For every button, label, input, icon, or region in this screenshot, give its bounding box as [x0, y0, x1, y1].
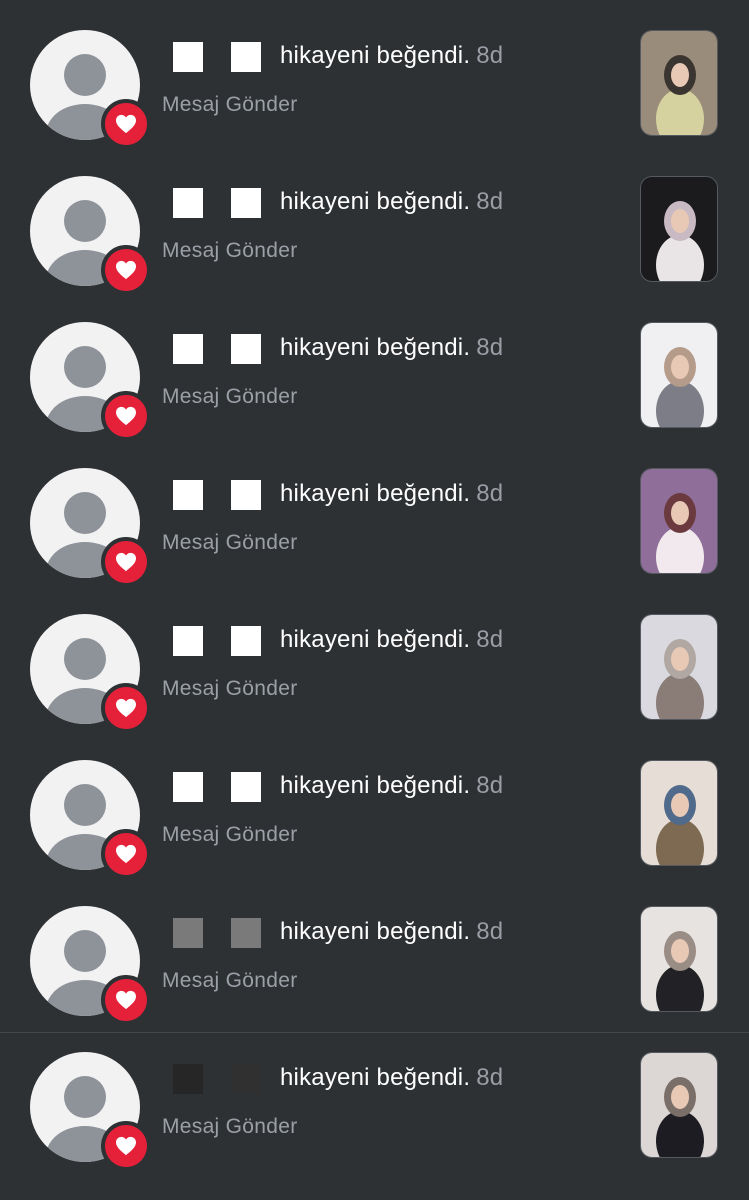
- timestamp: 8d: [476, 334, 504, 361]
- heart-icon: [101, 975, 151, 1025]
- redacted-username[interactable]: [143, 767, 281, 807]
- redaction-block: [173, 480, 203, 510]
- activity-text: hikayeni beğendi. 8d: [280, 42, 503, 70]
- redaction-block: [231, 772, 261, 802]
- redaction-block: [231, 334, 261, 364]
- activity-text: hikayeni beğendi. 8d: [280, 626, 503, 654]
- activity-label: hikayeni beğendi.: [280, 918, 471, 945]
- activity-text: hikayeni beğendi. 8d: [280, 188, 503, 216]
- notification-row[interactable]: hikayeni beğendi. 8d Mesaj Gönder: [0, 438, 749, 587]
- send-message-button[interactable]: Mesaj Gönder: [162, 677, 298, 701]
- redaction-block: [173, 918, 203, 948]
- story-thumbnail[interactable]: [640, 1052, 718, 1158]
- notification-row[interactable]: hikayeni beğendi. 8d Mesaj Gönder: [0, 292, 749, 441]
- activity-label: hikayeni beğendi.: [280, 480, 471, 507]
- story-thumbnail[interactable]: [640, 468, 718, 574]
- activity-text: hikayeni beğendi. 8d: [280, 918, 503, 946]
- notification-row[interactable]: hikayeni beğendi. 8d Mesaj Gönder: [0, 730, 749, 879]
- heart-icon: [101, 245, 151, 295]
- story-thumbnail[interactable]: [640, 322, 718, 428]
- send-message-button[interactable]: Mesaj Gönder: [162, 385, 298, 409]
- heart-icon: [101, 537, 151, 587]
- section-divider: [0, 1032, 749, 1033]
- send-message-button[interactable]: Mesaj Gönder: [162, 239, 298, 263]
- timestamp: 8d: [476, 188, 504, 215]
- heart-icon: [101, 99, 151, 149]
- notification-row[interactable]: hikayeni beğendi. 8d Mesaj Gönder: [0, 0, 749, 149]
- activity-feed: hikayeni beğendi. 8d Mesaj Gönder hikayeni …: [0, 0, 749, 1200]
- notification-row[interactable]: hikayeni beğendi. 8d Mesaj Gönder: [0, 876, 749, 1025]
- activity-text: hikayeni beğendi. 8d: [280, 480, 503, 508]
- redacted-username[interactable]: [143, 329, 281, 369]
- timestamp: 8d: [476, 480, 504, 507]
- activity-label: hikayeni beğendi.: [280, 42, 471, 69]
- activity-label: hikayeni beğendi.: [280, 334, 471, 361]
- redaction-block: [173, 772, 203, 802]
- redaction-block: [231, 188, 261, 218]
- activity-text: hikayeni beğendi. 8d: [280, 1064, 503, 1092]
- timestamp: 8d: [476, 1064, 504, 1091]
- story-thumbnail[interactable]: [640, 906, 718, 1012]
- redaction-block: [173, 188, 203, 218]
- redaction-block: [173, 334, 203, 364]
- activity-label: hikayeni beğendi.: [280, 1064, 471, 1091]
- redacted-username[interactable]: [143, 475, 281, 515]
- activity-text: hikayeni beğendi. 8d: [280, 334, 503, 362]
- redacted-username[interactable]: [143, 183, 281, 223]
- redacted-username[interactable]: [143, 37, 281, 77]
- activity-label: hikayeni beğendi.: [280, 772, 471, 799]
- story-thumbnail[interactable]: [640, 760, 718, 866]
- story-thumbnail[interactable]: [640, 30, 718, 136]
- send-message-button[interactable]: Mesaj Gönder: [162, 1115, 298, 1139]
- redacted-username[interactable]: [143, 913, 281, 953]
- story-thumbnail[interactable]: [640, 176, 718, 282]
- notification-row[interactable]: hikayeni beğendi. 8d Mesaj Gönder: [0, 146, 749, 295]
- story-thumbnail[interactable]: [640, 614, 718, 720]
- heart-icon: [101, 391, 151, 441]
- heart-icon: [101, 829, 151, 879]
- redaction-block: [173, 1064, 203, 1094]
- redaction-block: [231, 480, 261, 510]
- notification-row[interactable]: hikayeni beğendi. 8d Mesaj Gönder: [0, 584, 749, 733]
- send-message-button[interactable]: Mesaj Gönder: [162, 969, 298, 993]
- redaction-block: [173, 42, 203, 72]
- redaction-block: [231, 626, 261, 656]
- send-message-button[interactable]: Mesaj Gönder: [162, 823, 298, 847]
- send-message-button[interactable]: Mesaj Gönder: [162, 93, 298, 117]
- heart-icon: [101, 683, 151, 733]
- activity-text: hikayeni beğendi. 8d: [280, 772, 503, 800]
- redaction-block: [173, 626, 203, 656]
- timestamp: 8d: [476, 918, 504, 945]
- activity-label: hikayeni beğendi.: [280, 188, 471, 215]
- redaction-block: [231, 1064, 261, 1094]
- send-message-button[interactable]: Mesaj Gönder: [162, 531, 298, 555]
- timestamp: 8d: [476, 772, 504, 799]
- redaction-block: [231, 42, 261, 72]
- redaction-block: [231, 918, 261, 948]
- timestamp: 8d: [476, 626, 504, 653]
- redacted-username[interactable]: [143, 1059, 281, 1099]
- heart-icon: [101, 1121, 151, 1171]
- activity-label: hikayeni beğendi.: [280, 626, 471, 653]
- notification-row[interactable]: hikayeni beğendi. 8d Mesaj Gönder: [0, 1022, 749, 1171]
- timestamp: 8d: [476, 42, 504, 69]
- redacted-username[interactable]: [143, 621, 281, 661]
